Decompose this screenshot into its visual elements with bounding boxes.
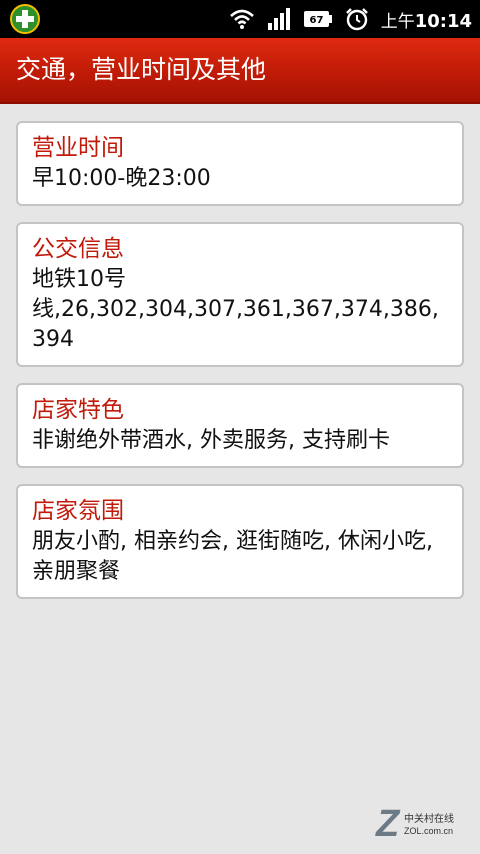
watermark-domain: ZOL.com.cn bbox=[404, 826, 454, 836]
card-body: 地铁10号 线,26,302,304,307,361,367,374,386,3… bbox=[32, 267, 439, 352]
info-list: 营业时间 早10:00-晚23:00 公交信息 地铁10号 线,26,302,3… bbox=[16, 121, 464, 615]
title-bar: 交通，营业时间及其他 bbox=[0, 38, 480, 104]
battery-icon: 67 bbox=[303, 9, 333, 29]
card-business-hours[interactable]: 营业时间 早10:00-晚23:00 bbox=[16, 121, 464, 206]
wifi-icon bbox=[229, 8, 255, 30]
clock-time: 10:14 bbox=[414, 10, 472, 32]
svg-text:67: 67 bbox=[309, 15, 323, 26]
card-title: 公交信息 bbox=[32, 236, 124, 262]
signal-bars-icon bbox=[267, 8, 291, 30]
page-title: 交通，营业时间及其他 bbox=[16, 55, 267, 84]
watermark-name: 中关村在线 bbox=[404, 814, 454, 825]
watermark-letter: Z bbox=[376, 803, 400, 845]
card-title: 店家氛围 bbox=[32, 498, 124, 524]
plus-badge-icon bbox=[10, 4, 40, 34]
card-shop-features[interactable]: 店家特色 非谢绝外带酒水, 外卖服务, 支持刷卡 bbox=[16, 383, 464, 468]
clock-prefix: 上午 bbox=[380, 11, 415, 32]
alarm-clock-icon bbox=[345, 7, 369, 31]
card-body: 早10:00-晚23:00 bbox=[32, 166, 211, 191]
status-clock: 上午10:14 bbox=[381, 7, 472, 32]
zol-watermark-logo: Z 中关村在线 ZOL.com.cn bbox=[376, 802, 462, 846]
card-transit-info[interactable]: 公交信息 地铁10号 线,26,302,304,307,361,367,374,… bbox=[16, 222, 464, 367]
card-body: 非谢绝外带酒水, 外卖服务, 支持刷卡 bbox=[32, 428, 390, 453]
card-body: 朋友小酌, 相亲约会, 逛街随吃, 休闲小吃, 亲朋聚餐 bbox=[32, 529, 440, 584]
status-bar: 67 上午10:14 bbox=[0, 0, 480, 38]
card-title: 营业时间 bbox=[32, 135, 124, 161]
card-shop-atmosphere[interactable]: 店家氛围 朋友小酌, 相亲约会, 逛街随吃, 休闲小吃, 亲朋聚餐 bbox=[16, 484, 464, 599]
card-title: 店家特色 bbox=[32, 397, 124, 423]
